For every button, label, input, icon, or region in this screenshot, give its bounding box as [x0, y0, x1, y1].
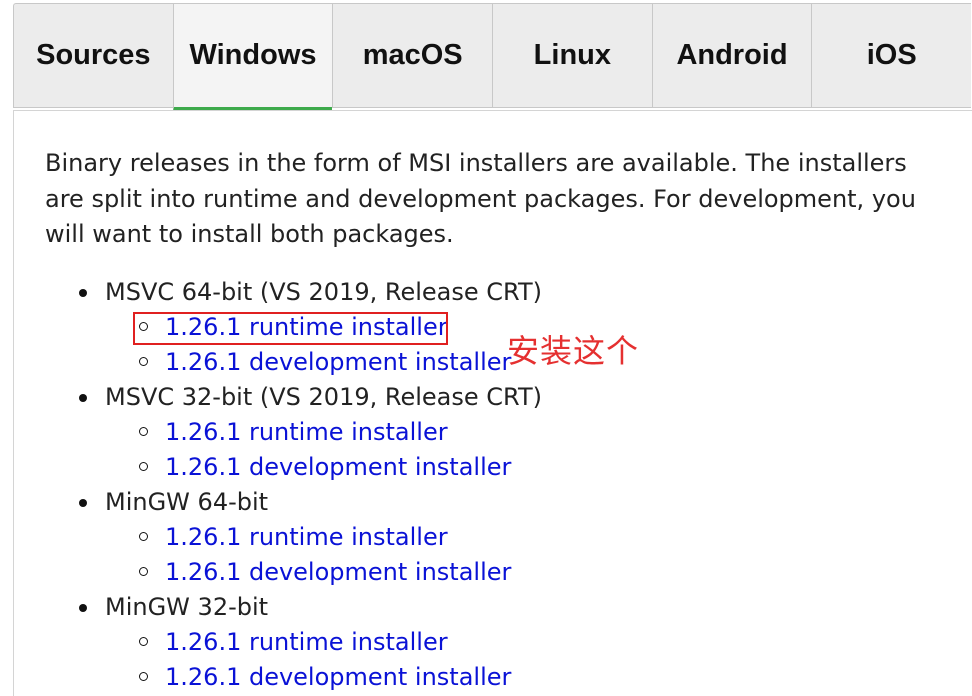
download-links: 1.26.1 runtime installer 1.26.1 developm… — [14, 520, 542, 590]
platform-label: MinGW 32-bit — [14, 590, 542, 625]
platform-label: MSVC 64-bit (VS 2019, Release CRT) — [14, 275, 542, 310]
circle-bullet-icon — [139, 427, 148, 436]
platform-name: MSVC 32-bit (VS 2019, Release CRT) — [105, 383, 542, 411]
mingw64-runtime-installer-link[interactable]: 1.26.1 runtime installer — [165, 523, 448, 551]
list-item: 1.26.1 development installer — [14, 345, 542, 380]
list-item: 1.26.1 development installer — [14, 660, 542, 695]
list-item: 1.26.1 development installer — [14, 555, 542, 590]
annotation-note: 安装这个 — [507, 332, 640, 370]
bullet-icon — [79, 394, 87, 402]
circle-bullet-icon — [139, 357, 148, 366]
tab-ios[interactable]: iOS — [811, 3, 972, 108]
list-item: 1.26.1 runtime installer — [14, 520, 542, 555]
download-links: 1.26.1 runtime installer 1.26.1 developm… — [14, 625, 542, 695]
tab-linux[interactable]: Linux — [492, 3, 652, 108]
msvc64-development-installer-link[interactable]: 1.26.1 development installer — [165, 348, 511, 376]
circle-bullet-icon — [139, 637, 148, 646]
tab-panel-windows: Binary releases in the form of MSI insta… — [13, 110, 972, 696]
list-item: 1.26.1 development installer — [14, 450, 542, 485]
msvc32-development-installer-link[interactable]: 1.26.1 development installer — [165, 453, 511, 481]
platform-mingw-32: MinGW 32-bit 1.26.1 runtime installer 1.… — [14, 590, 542, 695]
platform-tabs: Sources Windows macOS Linux Android iOS — [13, 3, 972, 111]
list-item: 1.26.1 runtime installer — [14, 625, 542, 660]
platform-msvc-32: MSVC 32-bit (VS 2019, Release CRT) 1.26.… — [14, 380, 542, 485]
tab-macos[interactable]: macOS — [332, 3, 493, 108]
msvc32-runtime-installer-link[interactable]: 1.26.1 runtime installer — [165, 418, 448, 446]
platform-name: MinGW 64-bit — [105, 488, 269, 516]
mingw32-runtime-installer-link[interactable]: 1.26.1 runtime installer — [165, 628, 448, 656]
mingw64-development-installer-link[interactable]: 1.26.1 development installer — [165, 558, 511, 586]
tab-sources[interactable]: Sources — [13, 3, 173, 108]
circle-bullet-icon — [139, 532, 148, 541]
highlight-box — [133, 312, 448, 345]
bullet-icon — [79, 604, 87, 612]
tab-windows[interactable]: Windows — [172, 3, 333, 111]
tab-android[interactable]: Android — [651, 3, 812, 108]
platform-name: MSVC 64-bit (VS 2019, Release CRT) — [105, 278, 542, 306]
circle-bullet-icon — [139, 462, 148, 471]
platform-name: MinGW 32-bit — [105, 593, 269, 621]
bullet-icon — [79, 499, 87, 507]
circle-bullet-icon — [139, 672, 148, 681]
mingw32-development-installer-link[interactable]: 1.26.1 development installer — [165, 663, 511, 691]
list-item: 1.26.1 runtime installer — [14, 415, 542, 450]
bullet-icon — [79, 289, 87, 297]
circle-bullet-icon — [139, 567, 148, 576]
platform-label: MSVC 32-bit (VS 2019, Release CRT) — [14, 380, 542, 415]
intro-text: Binary releases in the form of MSI insta… — [45, 149, 916, 248]
download-links: 1.26.1 runtime installer 1.26.1 developm… — [14, 415, 542, 485]
platform-label: MinGW 64-bit — [14, 485, 542, 520]
platform-mingw-64: MinGW 64-bit 1.26.1 runtime installer 1.… — [14, 485, 542, 590]
